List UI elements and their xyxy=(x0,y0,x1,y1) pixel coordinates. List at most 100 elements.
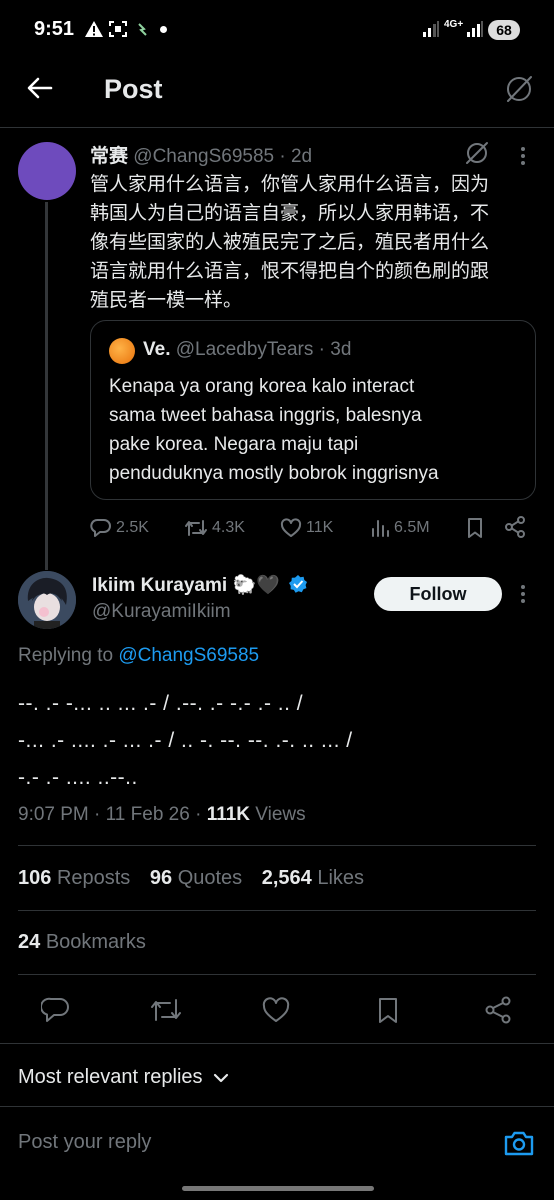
like-count: 11K xyxy=(306,519,334,536)
quoted-header: Ve. @LacedbyTears · 3d xyxy=(143,339,351,361)
divider xyxy=(0,1043,554,1044)
views-count: 6.5M xyxy=(394,519,430,536)
grok-icon[interactable] xyxy=(503,73,535,105)
grok-explain-icon[interactable] xyxy=(464,140,490,166)
back-arrow-icon[interactable] xyxy=(26,74,54,102)
replying-prefix: Replying to xyxy=(18,645,114,666)
like-action-icon[interactable] xyxy=(261,995,291,1025)
quoted-handle: @LacedbyTears xyxy=(175,339,314,360)
replies-sort-label: Most relevant replies xyxy=(18,1066,203,1088)
reply-count: 2.5K xyxy=(116,519,149,536)
replies-sort-dropdown[interactable]: Most relevant replies xyxy=(18,1066,229,1089)
main-handle[interactable]: @KurayamiIkiim xyxy=(92,601,231,623)
engagement-counts: 106 Reposts 96 Quotes 2,564 Likes xyxy=(18,867,364,890)
screenshot-icon xyxy=(108,20,128,38)
main-author: Ikiim Kurayami 🐑🖤 xyxy=(92,573,308,597)
views-icon xyxy=(372,520,389,537)
chevron-down-icon xyxy=(213,1073,228,1082)
parent-text-line: 殖民者一模一样。 xyxy=(90,290,243,311)
quoted-text-line: sama tweet bahasa inggris, balesnya xyxy=(109,405,422,426)
share-action-icon[interactable] xyxy=(483,995,513,1025)
parent-display-name[interactable]: 常赛 xyxy=(90,146,128,167)
home-indicator xyxy=(182,1186,374,1191)
signal-icon xyxy=(422,20,440,38)
reply-input[interactable]: Post your reply xyxy=(18,1131,151,1154)
quoted-time: · 3d xyxy=(318,339,352,360)
main-avatar[interactable] xyxy=(18,571,76,629)
status-time: 9:51 xyxy=(34,18,75,40)
divider xyxy=(18,910,536,911)
views-total: 111K xyxy=(206,804,251,825)
divider xyxy=(18,974,536,975)
reposts-count[interactable]: 106 Reposts xyxy=(18,867,130,889)
main-tweet-text: --. .- -... .. ... .- / .--. .- -.- .- .… xyxy=(18,685,353,796)
views-label: Views xyxy=(255,804,306,825)
reposts-label: Reposts xyxy=(56,867,131,889)
bookmarks-number: 24 xyxy=(18,931,41,953)
bookmark-icon[interactable] xyxy=(464,516,486,540)
parent-text-line: 管人家用什么语言，你管人家用什么语言，因为 xyxy=(90,174,490,195)
likes-label: Likes xyxy=(317,867,365,889)
status-bar: 9:51 4G+ 68 xyxy=(0,0,554,60)
network-type: 4G+ xyxy=(444,19,464,30)
quoted-text-line: pake korea. Negara maju tapi xyxy=(109,434,359,455)
bookmarks-count[interactable]: 24 Bookmarks xyxy=(18,931,146,954)
battery-indicator: 68 xyxy=(488,20,520,40)
main-display-name[interactable]: Ikiim Kurayami 🐑🖤 xyxy=(92,575,280,596)
bookmarks-label: Bookmarks xyxy=(45,931,146,953)
quoted-avatar xyxy=(109,338,135,364)
follow-button[interactable]: Follow xyxy=(374,577,502,611)
verified-badge-icon xyxy=(288,574,308,594)
more-notifications-dot-icon xyxy=(160,26,167,33)
views-stat[interactable]: 6.5M xyxy=(370,517,430,539)
main-text-line: -... .- .... .- ... .- / .. -. --. --. .… xyxy=(18,729,353,752)
tweet-meta: 9:07 PM · 11 Feb 26 · 111K Views xyxy=(18,804,306,826)
likes-count[interactable]: 2,564 Likes xyxy=(262,867,364,889)
main-text-line: --. .- -... .. ... .- / .--. .- -.- .- .… xyxy=(18,692,304,715)
parent-time[interactable]: · 2d xyxy=(279,146,312,167)
signal-icon-2 xyxy=(466,20,484,38)
app-notification-icon xyxy=(136,20,150,38)
share-icon[interactable] xyxy=(503,515,527,539)
camera-icon[interactable] xyxy=(503,1128,535,1158)
reposts-number: 106 xyxy=(18,867,52,889)
bookmark-action-icon[interactable] xyxy=(373,995,403,1025)
like-stat[interactable]: 11K xyxy=(280,517,333,539)
reply-action-icon[interactable] xyxy=(41,995,71,1025)
replying-to: Replying to @ChangS69585 xyxy=(18,645,259,667)
repost-count: 4.3K xyxy=(212,519,245,536)
page-title: Post xyxy=(104,74,163,104)
alert-icon xyxy=(84,20,104,38)
parent-text-line: 韩国人为自己的语言自豪，所以人家用韩语，不 xyxy=(90,203,490,224)
quotes-label: Quotes xyxy=(177,867,243,889)
repost-action-icon[interactable] xyxy=(149,995,183,1025)
thread-line xyxy=(45,202,48,570)
replying-to-link[interactable]: @ChangS69585 xyxy=(118,645,259,666)
reply-stat[interactable]: 2.5K xyxy=(90,517,149,539)
quoted-text-line: penduduknya mostly bobrok inggrisnya xyxy=(109,463,439,484)
parent-tweet-text: 管人家用什么语言，你管人家用什么语言，因为 韩国人为自己的语言自豪，所以人家用韩… xyxy=(90,170,489,315)
likes-number: 2,564 xyxy=(261,867,312,889)
heart-icon xyxy=(280,518,302,537)
quoted-tweet-card[interactable]: Ve. @LacedbyTears · 3d Kenapa ya orang k… xyxy=(90,320,536,500)
header: Post xyxy=(0,60,554,126)
quoted-display-name: Ve. xyxy=(143,339,171,360)
parent-text-line: 语言就用什么语言，恨不得把自个的颜色刷的跟 xyxy=(90,261,490,282)
tweet-timestamp[interactable]: 9:07 PM · 11 Feb 26 · xyxy=(18,804,201,825)
repost-stat[interactable]: 4.3K xyxy=(184,517,245,539)
parent-more-icon[interactable] xyxy=(516,146,530,166)
parent-text-line: 像有些国家的人被殖民完了之后，殖民者用什么 xyxy=(90,232,490,253)
quoted-text: Kenapa ya orang korea kalo interact sama… xyxy=(109,372,439,488)
quotes-count[interactable]: 96 Quotes xyxy=(150,867,242,889)
main-more-icon[interactable] xyxy=(516,584,530,604)
quoted-text-line: Kenapa ya orang korea kalo interact xyxy=(109,376,415,397)
repost-icon xyxy=(185,520,207,536)
reply-icon xyxy=(90,518,111,537)
parent-handle[interactable]: @ChangS69585 xyxy=(133,146,274,167)
quotes-number: 96 xyxy=(149,867,173,889)
parent-tweet-header: 常赛 @ChangS69585 · 2d xyxy=(90,141,312,168)
parent-avatar[interactable] xyxy=(18,142,76,200)
header-divider xyxy=(0,127,554,128)
main-text-line: -.- .- .... ..--.. xyxy=(18,766,138,789)
divider xyxy=(18,845,536,846)
